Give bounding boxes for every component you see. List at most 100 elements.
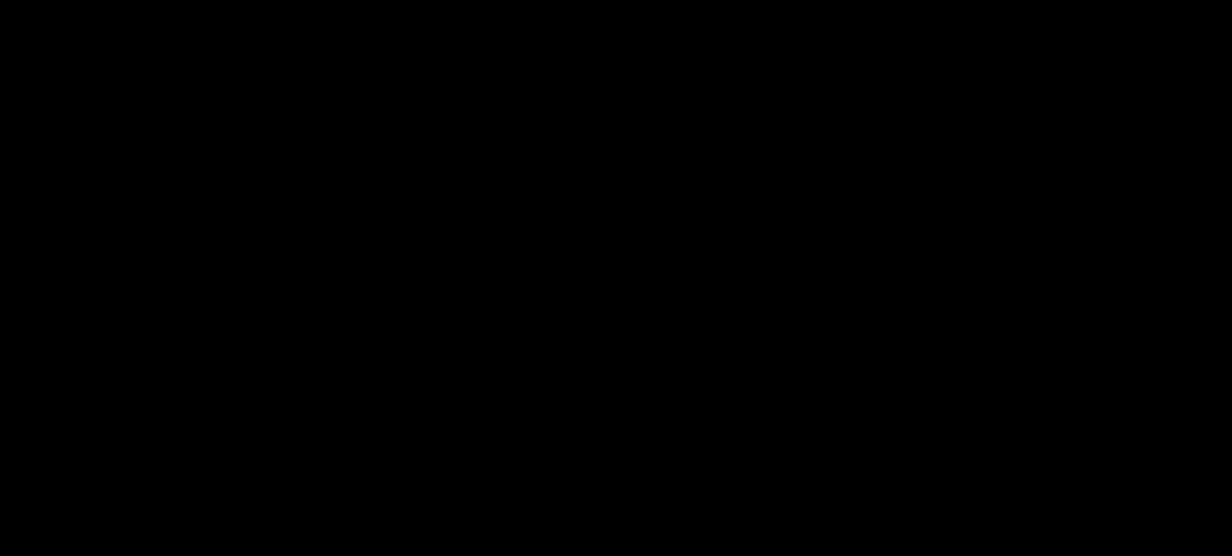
cell-F9[interactable]: 10/29/2024 11:00	[743, 408, 867, 430]
font-name-combobox[interactable]: Calibri	[193, 77, 311, 100]
cell-C10[interactable]: 7100115638-9	[349, 430, 500, 452]
cell-K10[interactable]	[1161, 430, 1232, 452]
cell-H8[interactable]: 44	[952, 386, 1018, 408]
row-header-3[interactable]: 3	[0, 276, 19, 298]
cell-H5[interactable]: 44	[952, 320, 1018, 342]
cell-K4[interactable]	[1161, 298, 1232, 320]
cell-K12[interactable]	[1161, 474, 1232, 496]
font-size-combobox[interactable]: 12	[318, 77, 358, 100]
cell-G11[interactable]: 44	[867, 452, 952, 474]
cell-K14[interactable]	[1161, 518, 1232, 540]
cell-F14[interactable]: 10/20/2024 9:00	[743, 518, 867, 540]
column-header-H[interactable]: H	[952, 210, 1018, 232]
conditional-formatting-button[interactable]: Conditional Formatting	[886, 77, 950, 134]
cell-B10[interactable]: 7100115638-9	[193, 430, 349, 452]
row-header-13[interactable]: 13	[0, 496, 19, 518]
italic-button[interactable]: I	[227, 110, 232, 126]
select-all-corner[interactable]	[0, 210, 19, 232]
cell-D7[interactable]: 1	[500, 364, 681, 386]
cell-B9[interactable]: 7100115637-8	[193, 408, 349, 430]
row-header-9[interactable]: 9	[0, 408, 19, 430]
cell-E4[interactable]: 58080	[681, 298, 743, 320]
cell-H2[interactable]: 44	[952, 254, 1018, 276]
cell-D14[interactable]: 1	[500, 518, 681, 540]
column-header-K[interactable]: K	[1161, 210, 1232, 232]
cell-D3[interactable]: 1	[500, 276, 681, 298]
cell-D11[interactable]: 1	[500, 452, 681, 474]
fill-color-dropdown-icon[interactable]	[364, 116, 371, 123]
cell-C6[interactable]: 7100115636-5	[349, 342, 500, 364]
cell-F4[interactable]: 10/28/2024 7:00	[743, 298, 867, 320]
cell-A5[interactable]: 207223	[19, 320, 193, 342]
cell-G8[interactable]: 44	[867, 386, 952, 408]
cell-G9[interactable]: 44	[867, 408, 952, 430]
cell-J4[interactable]	[1089, 298, 1161, 320]
cell-K2[interactable]	[1161, 254, 1232, 276]
cell-H12[interactable]: 44	[952, 474, 1018, 496]
cell-I5[interactable]	[1018, 320, 1089, 342]
cell-I7[interactable]	[1018, 364, 1089, 386]
column-header-F[interactable]: F	[743, 210, 867, 232]
cell-G14[interactable]: 44	[867, 518, 952, 540]
enter-icon[interactable]: ✓	[252, 181, 263, 197]
cell-A11[interactable]: 207223	[19, 452, 193, 474]
number-dialog-launcher-icon[interactable]	[862, 153, 872, 163]
cell-H3[interactable]: 44	[952, 276, 1018, 298]
cell-Hx[interactable]	[952, 540, 1018, 556]
formula-input[interactable]	[318, 176, 1226, 202]
column-header-C[interactable]: C	[349, 210, 500, 232]
cell-F8[interactable]: 10/29/2024 9:00	[743, 386, 867, 408]
cell-J9[interactable]	[1089, 408, 1161, 430]
cell-C1[interactable]: CustomerLineNumber	[349, 232, 500, 254]
row-header-4[interactable]: 4	[0, 298, 19, 320]
paste-button[interactable]: Paste	[14, 75, 62, 149]
cell-F10[interactable]: 10/29/2024 13:00	[743, 430, 867, 452]
cell-I3[interactable]	[1018, 276, 1089, 298]
cell-Ex[interactable]	[681, 540, 743, 556]
cell-E13[interactable]: 58080	[681, 496, 743, 518]
column-header-A[interactable]: A	[19, 210, 193, 232]
cell-A3[interactable]: 207223	[19, 276, 193, 298]
cell-D9[interactable]: 1	[500, 408, 681, 430]
align-middle-button[interactable]	[452, 77, 476, 99]
cell-F2[interactable]: 10/27/2024 7:00	[743, 254, 867, 276]
column-header-G[interactable]: G	[867, 210, 952, 232]
cell-D5[interactable]: 1	[500, 320, 681, 342]
cell-J14[interactable]	[1089, 518, 1161, 540]
cell-Kx[interactable]	[1161, 540, 1232, 556]
cell-A10[interactable]: 206950	[19, 430, 193, 452]
cell-C9[interactable]: 7100115637-8	[349, 408, 500, 430]
cancel-icon[interactable]: ×	[234, 181, 242, 197]
cell-Ix[interactable]	[1018, 540, 1089, 556]
cell-I14[interactable]	[1018, 518, 1089, 540]
cell-I6[interactable]	[1018, 342, 1089, 364]
font-dialog-launcher-icon[interactable]	[402, 153, 412, 163]
tab-data[interactable]: Data	[523, 46, 553, 62]
cell-style-neutral[interactable]: Neutral	[1136, 112, 1232, 135]
cell-G12[interactable]: 44	[867, 474, 952, 496]
cell-E6[interactable]: 61200	[681, 342, 743, 364]
cell-K6[interactable]	[1161, 342, 1232, 364]
cell-B6[interactable]: 7100115636-5	[193, 342, 349, 364]
cell-J5[interactable]	[1089, 320, 1161, 342]
number-format-combobox[interactable]: General	[722, 77, 866, 100]
cut-button[interactable]: Cut	[70, 79, 109, 94]
insert-function-icon[interactable]: fx	[272, 181, 281, 197]
cell-J3[interactable]	[1089, 276, 1161, 298]
cell-K9[interactable]	[1161, 408, 1232, 430]
name-box[interactable]: J26	[8, 176, 206, 202]
cell-A12[interactable]: 154737	[19, 474, 193, 496]
copy-button[interactable]: Copy	[70, 104, 134, 119]
cell-J10[interactable]	[1089, 430, 1161, 452]
cell-H1[interactable]: InvoiceID	[952, 232, 1018, 254]
cell-B3[interactable]: 7100115488-2	[193, 276, 349, 298]
cell-F1[interactable]: DeliveryDate	[743, 232, 867, 254]
cell-style-good[interactable]: Good	[1032, 112, 1129, 135]
cell-J8[interactable]	[1089, 386, 1161, 408]
cell-C11[interactable]: 7100115493-10	[349, 452, 500, 474]
cell-A6[interactable]: 206950	[19, 342, 193, 364]
cell-C2[interactable]: 7100115487-1	[349, 254, 500, 276]
cell-H7[interactable]: 44	[952, 364, 1018, 386]
cell-H14[interactable]: 44	[952, 518, 1018, 540]
cell-F7[interactable]: 10/29/2024 7:00	[743, 364, 867, 386]
